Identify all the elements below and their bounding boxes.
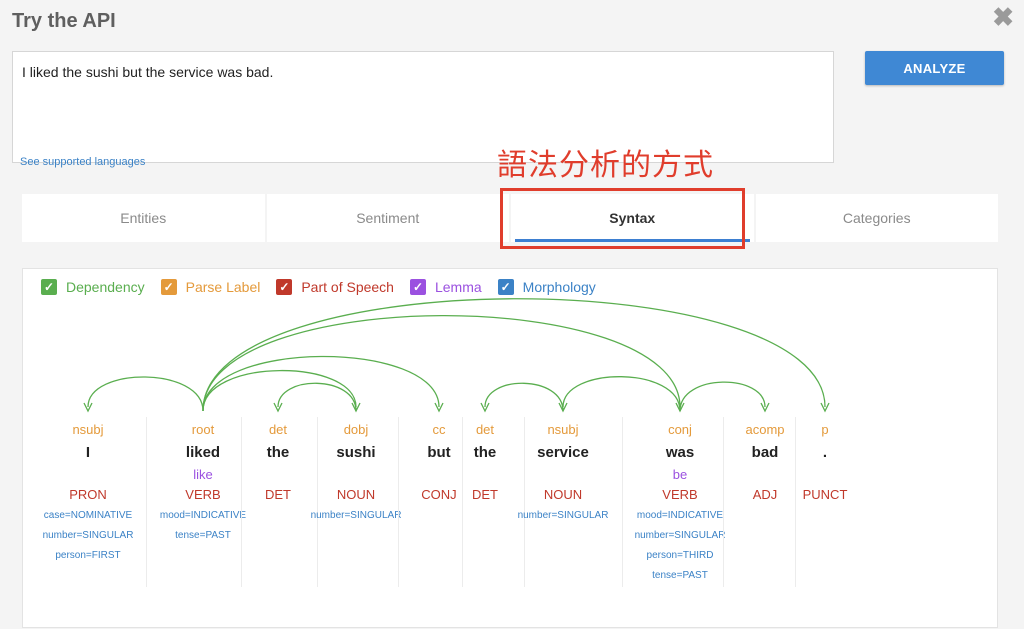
annotation-highlight-box [500,188,745,249]
dependency-arc [679,381,766,412]
tab-sentiment[interactable]: Sentiment [266,194,509,242]
tab-entities[interactable]: Entities [22,194,265,242]
token-divider [622,417,623,587]
token-morphology: tense=PAST [175,530,231,541]
annotation-label: 語法分析的方式 [497,149,714,182]
dependency-arc [202,298,826,412]
analyze-button[interactable]: ANALYZE [865,51,1004,85]
token: nsubj service NOUN number=SINGULAR [513,419,613,526]
token-pos: PRON [69,487,107,502]
token-morphology: mood=INDICATIVE [159,510,247,521]
token-lemma [513,465,613,484]
token-morphology: mood=INDICATIVE [636,510,724,521]
token-lemma [38,465,138,484]
token-parse-label: nsubj [72,422,104,437]
dependency-arc [562,376,681,412]
token: p. PUNCT [775,419,875,506]
token-morphology: number=SINGULAR [42,530,134,541]
syntax-panel: ✓ Dependency ✓ Parse Label ✓ Part of Speech ✓ L… [22,268,998,628]
token-divider [146,417,147,587]
token-lemma [775,465,875,484]
dependency-arc [202,315,681,412]
token-word: . [822,444,828,461]
dependency-arc [277,382,357,412]
token: nsubj I PRON case=NOMINATIVE number=SINGULAR… [38,419,138,566]
tab-categories[interactable]: Categories [755,194,998,242]
token-pos: NOUN [543,487,583,502]
token-pos: PUNCT [802,487,848,502]
token-morphology: number=SINGULAR [517,510,609,521]
token-parse-label: p [821,422,829,437]
token-morphology: tense=PAST [652,570,708,581]
token-morphology: number=SINGULAR [310,510,402,521]
close-icon[interactable]: ✖ [992,2,1014,33]
token-word: service [537,444,589,461]
dialog-title: Try the API [12,10,116,32]
token-morphology: person=FIRST [55,550,121,561]
token-parse-label: nsubj [547,422,579,437]
token-morphology: case=NOMINATIVE [43,510,133,521]
token-morphology: person=THIRD [646,550,714,561]
supported-languages-link[interactable]: See supported languages [20,156,145,168]
dependency-arc [484,382,564,412]
dependency-arc [87,376,204,412]
token-word: I [85,444,91,461]
token-morphology: number=SINGULAR [634,530,726,541]
